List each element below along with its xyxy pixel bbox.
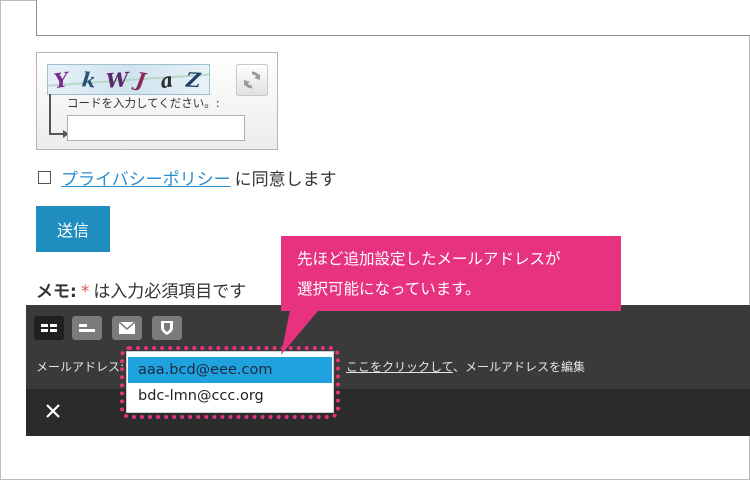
captcha-char: a — [158, 66, 177, 94]
fields-icon — [41, 324, 57, 332]
privacy-checkbox[interactable] — [38, 171, 51, 184]
edit-email-row: ここをクリックして、メールアドレスを編集 — [346, 358, 585, 375]
submit-button[interactable]: 送信 — [36, 206, 110, 252]
message-textarea[interactable] — [36, 0, 750, 36]
captcha-char: W — [105, 67, 132, 93]
mail-icon — [119, 322, 135, 334]
highlight-ring — [120, 346, 340, 419]
captcha-char: k — [80, 67, 100, 93]
captcha-widget: Y k W J a Z コードを入力してください。: — [36, 52, 278, 150]
refresh-icon — [243, 71, 261, 89]
annotation-callout: 先ほど追加設定したメールアドレスが 選択可能になっています。 — [281, 236, 621, 311]
captcha-char: Z — [185, 67, 204, 93]
captcha-char: J — [134, 67, 150, 93]
callout-line-1: 先ほど追加設定したメールアドレスが — [297, 250, 561, 268]
layout-icon — [79, 324, 95, 332]
close-button[interactable] — [42, 400, 64, 422]
memo-row: メモ: * は入力必須項目です — [36, 277, 246, 302]
memo-label: メモ: — [36, 282, 77, 302]
memo-text: は入力必須項目です — [93, 282, 247, 302]
close-icon — [46, 404, 60, 418]
privacy-row: プライバシーポリシー に同意します — [38, 165, 337, 190]
edit-email-link[interactable]: ここをクリックして — [346, 360, 453, 374]
required-asterisk: * — [80, 282, 90, 302]
captcha-char: Y — [52, 66, 72, 94]
edit-email-suffix: 、メールアドレスを編集 — [453, 360, 586, 374]
callout-line-2: 選択可能になっています。 — [297, 280, 481, 298]
captcha-input[interactable] — [67, 115, 245, 141]
privacy-agree-text: に同意します — [234, 170, 337, 190]
privacy-policy-link[interactable]: プライバシーポリシー — [61, 165, 231, 190]
email-address-label: メールアドレス: — [36, 360, 125, 374]
shield-icon — [161, 321, 173, 335]
toolbar-mail-button[interactable] — [112, 316, 142, 340]
captcha-refresh-button[interactable] — [236, 64, 268, 96]
captcha-arrow-icon — [49, 94, 69, 138]
toolbar-layout-button[interactable] — [72, 316, 102, 340]
toolbar-fields-button[interactable] — [34, 316, 64, 340]
toolbar-shield-button[interactable] — [152, 316, 182, 340]
captcha-input-label: コードを入力してください。: — [67, 96, 220, 110]
captcha-image: Y k W J a Z — [47, 64, 210, 95]
